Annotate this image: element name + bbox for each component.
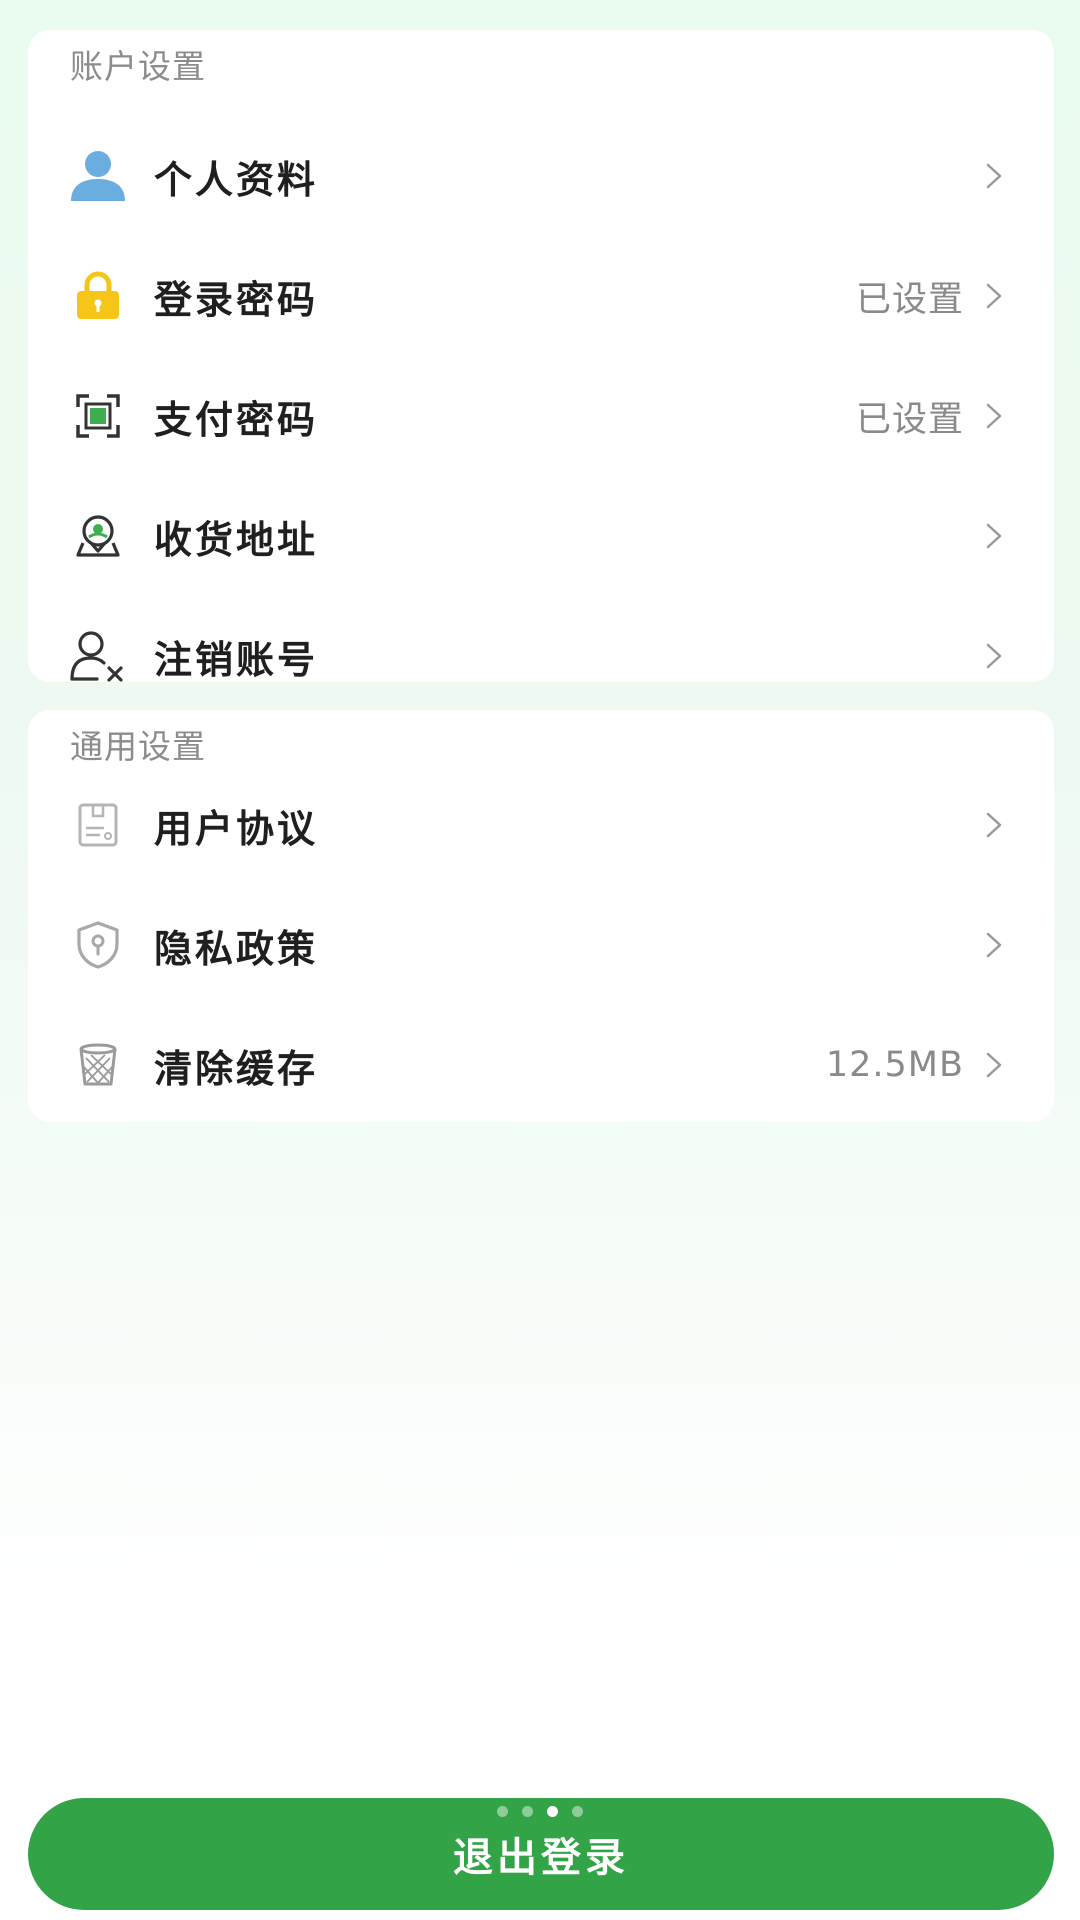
page-indicator-dot [497,1806,508,1817]
settings-row-value: 已设置 [855,399,964,440]
section-title-general: 通用设置 [70,727,206,766]
settings-row-login-password[interactable]: 登录密码 已设置 [28,236,1054,356]
page-indicator-dot-active [547,1806,558,1817]
trash-icon [68,1035,128,1095]
settings-row-label: 清除缓存 [154,1046,319,1091]
settings-row-label: 支付密码 [154,397,319,442]
user-icon [68,146,128,206]
document-icon [68,795,128,855]
settings-row-clear-cache[interactable]: 清除缓存 12.5MB [28,1005,1054,1125]
chevron-right-icon [978,160,1010,192]
general-settings-card: 通用设置 用户协议 隐私政策 清除缓存 12.5MB [28,710,1054,1122]
settings-row-user-agreement[interactable]: 用户协议 [28,765,1054,885]
page-indicator-dot [572,1806,583,1817]
chevron-right-icon [978,280,1010,312]
chevron-right-icon [978,400,1010,432]
settings-row-label: 注销账号 [154,637,319,682]
scan-frame-icon [68,386,128,446]
settings-row-payment-password[interactable]: 支付密码 已设置 [28,356,1054,476]
settings-row-label: 登录密码 [154,277,319,322]
chevron-right-icon [978,809,1010,841]
page-indicator [0,1806,1080,1817]
lock-icon [68,266,128,326]
settings-row-delete-account[interactable]: 注销账号 [28,596,1054,716]
location-pin-icon [68,506,128,566]
settings-row-label: 用户协议 [154,806,319,851]
logout-button-label: 退出登录 [453,1835,629,1881]
chevron-right-icon [978,640,1010,672]
settings-row-profile[interactable]: 个人资料 [28,116,1054,236]
chevron-right-icon [978,929,1010,961]
settings-row-shipping-address[interactable]: 收货地址 [28,476,1054,596]
page-indicator-dot [522,1806,533,1817]
settings-row-privacy-policy[interactable]: 隐私政策 [28,885,1054,1005]
settings-row-label: 收货地址 [154,517,319,562]
settings-row-value: 已设置 [855,279,964,320]
chevron-right-icon [978,1049,1010,1081]
settings-row-label: 隐私政策 [154,926,319,971]
user-remove-icon [68,626,128,686]
settings-row-label: 个人资料 [154,157,319,202]
section-title-account: 账户设置 [70,47,206,86]
account-settings-card: 账户设置 个人资料 登录密码 已设置 支付密码 已设置 收货地址 注销账号 [28,30,1054,682]
chevron-right-icon [978,520,1010,552]
shield-icon [68,915,128,975]
settings-row-value: 12.5MB [825,1045,964,1085]
